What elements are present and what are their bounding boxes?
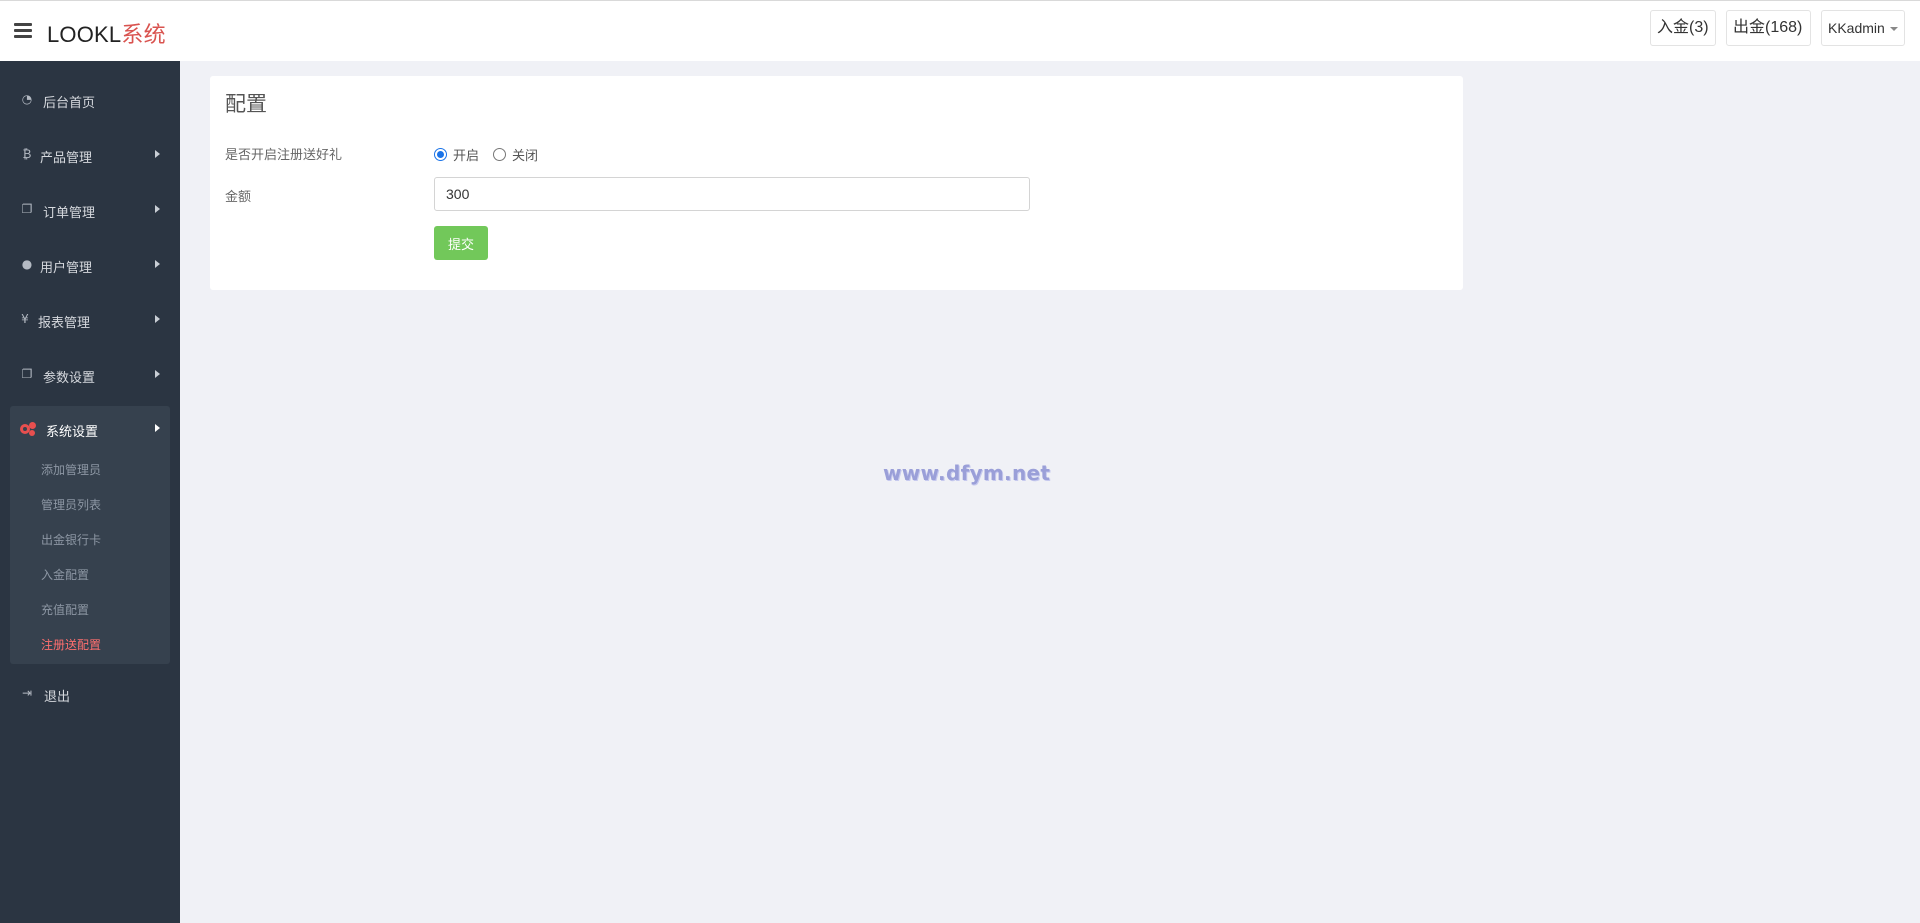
sidebar-item-label: 系统设置 — [46, 425, 99, 440]
sign-out-icon: ⇥ — [21, 686, 33, 700]
chevron-right-icon — [155, 205, 160, 213]
chevron-right-icon — [155, 315, 160, 323]
brand-logo[interactable]: LOOKL系统 — [47, 17, 166, 49]
submenu-item-register-gift-config[interactable]: 注册送配置 — [41, 636, 101, 653]
register-gift-label: 是否开启注册送好礼 — [225, 148, 343, 163]
radio-dot-checked — [434, 148, 447, 161]
sidebar-item-label: 产品管理 — [40, 151, 93, 166]
sidebar-item-parameters[interactable]: ❐ 参数设置 — [10, 352, 170, 398]
sidebar-item-products[interactable]: ₿ 产品管理 — [10, 132, 170, 178]
gears-icon — [20, 422, 36, 436]
config-panel: 配置 是否开启注册送好礼 开启 关闭 金额 提交 — [210, 76, 1463, 290]
withdraw-button[interactable]: 出金(168) — [1726, 10, 1811, 46]
top-bar: LOOKL系统 入金(3) 出金(168) KKadmin — [0, 0, 1920, 61]
deposit-button[interactable]: 入金(3) — [1650, 10, 1716, 46]
submenu-item-recharge-config[interactable]: 充值配置 — [41, 601, 89, 618]
chevron-right-icon — [155, 150, 160, 158]
brand-name: LOOKL — [47, 22, 122, 47]
sidebar-item-label: 订单管理 — [43, 206, 96, 221]
submenu-item-deposit-config[interactable]: 入金配置 — [41, 566, 89, 583]
user-name: KKadmin — [1828, 20, 1885, 36]
deposit-label: 入金(3) — [1657, 19, 1709, 36]
submit-button[interactable]: 提交 — [434, 226, 488, 260]
amount-label: 金额 — [225, 190, 252, 205]
page-title: 配置 — [225, 92, 267, 116]
watermark-text: www.dfym.net — [883, 461, 1051, 485]
menu-toggle-icon[interactable] — [14, 23, 32, 39]
radio-dot — [493, 148, 506, 161]
user-icon: ● — [21, 257, 33, 271]
sidebar: ◔ 后台首页 ₿ 产品管理 ❐ 订单管理 ● 用户管理 ¥ 报表管理 ❐ 参数设… — [0, 61, 180, 923]
bitcoin-icon: ₿ — [22, 147, 32, 161]
sidebar-item-label: 用户管理 — [40, 261, 93, 276]
radio-disable[interactable]: 关闭 — [493, 145, 538, 164]
copy-icon: ❐ — [21, 202, 33, 216]
yen-icon: ¥ — [21, 312, 29, 326]
chevron-right-icon — [155, 260, 160, 268]
amount-input[interactable] — [434, 177, 1030, 211]
sidebar-group-system: 系统设置 添加管理员 管理员列表 出金银行卡 入金配置 充值配置 注册送配置 — [10, 406, 170, 664]
sidebar-item-dashboard[interactable]: ◔ 后台首页 — [10, 77, 170, 123]
sidebar-item-label: 参数设置 — [43, 371, 96, 386]
copy-icon: ❐ — [21, 367, 33, 381]
sidebar-item-reports[interactable]: ¥ 报表管理 — [10, 297, 170, 343]
sidebar-item-system-settings[interactable]: 系统设置 — [10, 406, 170, 452]
submenu-item-admin-list[interactable]: 管理员列表 — [41, 496, 101, 513]
withdraw-label: 出金(168) — [1733, 19, 1803, 36]
chevron-down-icon — [1889, 27, 1898, 32]
sidebar-item-label: 退出 — [44, 690, 71, 705]
chevron-right-icon — [155, 370, 160, 378]
sidebar-item-orders[interactable]: ❐ 订单管理 — [10, 187, 170, 233]
radio-enable-label: 开启 — [453, 149, 480, 164]
sidebar-item-users[interactable]: ● 用户管理 — [10, 242, 170, 288]
radio-enable[interactable]: 开启 — [434, 145, 479, 164]
sidebar-item-label: 后台首页 — [43, 96, 96, 111]
submenu-item-add-admin[interactable]: 添加管理员 — [41, 461, 101, 478]
chevron-right-icon — [155, 424, 160, 432]
radio-disable-label: 关闭 — [512, 149, 539, 164]
sidebar-item-label: 报表管理 — [38, 316, 91, 331]
dashboard-icon: ◔ — [21, 92, 33, 106]
submenu-item-withdraw-bank-card[interactable]: 出金银行卡 — [41, 531, 101, 548]
user-menu-button[interactable]: KKadmin — [1821, 10, 1905, 46]
sidebar-item-logout[interactable]: ⇥ 退出 — [10, 671, 170, 717]
brand-accent: 系统 — [121, 22, 166, 47]
